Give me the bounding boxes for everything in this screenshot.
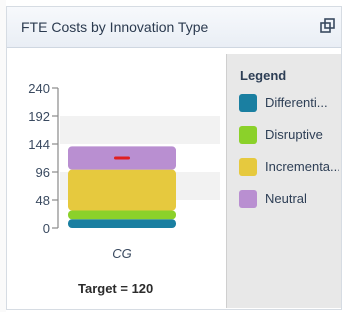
legend-item-neutral[interactable]: Neutral xyxy=(239,188,341,210)
legend-item-label: Incrementa... xyxy=(265,159,339,174)
legend-item-disruptive[interactable]: Disruptive xyxy=(239,124,341,146)
x-category-label: CG xyxy=(112,246,132,261)
target-marker xyxy=(114,156,130,160)
legend-panel: Legend Differenti... Disruptive Incremen… xyxy=(226,54,341,308)
legend-swatch xyxy=(239,126,257,144)
y-tick-label: 48 xyxy=(36,193,50,208)
y-tick-label: 240 xyxy=(28,81,50,96)
legend-swatch xyxy=(239,158,257,176)
y-tick-label: 144 xyxy=(28,137,50,152)
chart-area: 0 48 96 144 192 240 CG xyxy=(28,81,220,261)
legend-item-label: Disruptive xyxy=(265,127,323,142)
grid-band xyxy=(60,116,220,144)
bar-segment xyxy=(68,169,176,211)
y-tick-label: 192 xyxy=(28,109,50,124)
target-label: Target = 120 xyxy=(78,281,154,296)
legend-item-label: Neutral xyxy=(265,191,307,206)
legend-item-differentiating[interactable]: Differenti... xyxy=(239,92,341,114)
bar-segment xyxy=(68,210,176,220)
y-tick-label: 96 xyxy=(36,165,50,180)
legend-swatch xyxy=(239,94,257,112)
legend-swatch xyxy=(239,190,257,208)
bar-segment xyxy=(68,219,176,228)
y-tick-label: 0 xyxy=(43,221,50,236)
legend-item-incremental[interactable]: Incrementa... xyxy=(239,156,341,178)
popout-icon[interactable] xyxy=(319,17,337,35)
legend-title: Legend xyxy=(240,68,287,83)
legend-item-label: Differenti... xyxy=(265,95,328,110)
